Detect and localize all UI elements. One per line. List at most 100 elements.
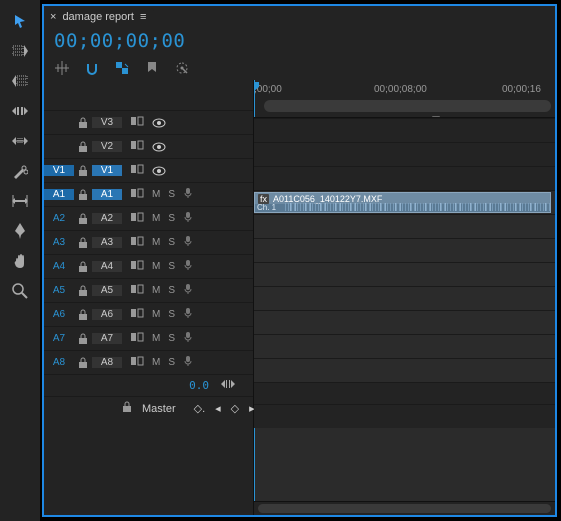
timeline-video-row[interactable] <box>254 142 555 166</box>
voiceover-icon[interactable] <box>183 187 193 202</box>
track-select-forward-icon[interactable] <box>7 38 33 64</box>
lock-icon[interactable] <box>122 401 132 416</box>
time-ruler[interactable]: ;00;0000;00;08;0000;00;16 <box>254 80 555 118</box>
solo-toggle[interactable]: S <box>168 213 175 224</box>
timeline-audio-row[interactable] <box>254 214 555 238</box>
settings-icon[interactable] <box>174 60 190 76</box>
voiceover-icon[interactable] <box>183 259 193 274</box>
snap-icon[interactable] <box>84 60 100 76</box>
eye-icon[interactable] <box>152 142 166 152</box>
track-target[interactable]: A5 <box>92 285 122 296</box>
keyframe-diamond-icon[interactable]: ◇. <box>194 402 206 415</box>
sequence-tab[interactable]: × damage report ≡ <box>44 8 154 26</box>
lock-icon[interactable] <box>74 261 92 273</box>
lock-icon[interactable] <box>74 285 92 297</box>
timeline-audio-row[interactable] <box>254 286 555 310</box>
slip-tool-icon[interactable] <box>7 188 33 214</box>
timeline-video-row[interactable] <box>254 118 555 142</box>
source-patch[interactable]: A4 <box>44 261 74 272</box>
sync-lock-icon[interactable] <box>130 164 144 177</box>
solo-toggle[interactable]: S <box>168 237 175 248</box>
source-patch[interactable]: V1 <box>44 165 74 176</box>
voiceover-icon[interactable] <box>183 211 193 226</box>
snap-handles-icon[interactable] <box>221 378 235 393</box>
track-target[interactable]: A6 <box>92 309 122 320</box>
lock-icon[interactable] <box>74 237 92 249</box>
hand-tool-icon[interactable] <box>7 248 33 274</box>
mute-toggle[interactable]: M <box>152 309 160 320</box>
source-patch[interactable]: A5 <box>44 285 74 296</box>
rate-stretch-icon[interactable] <box>7 128 33 154</box>
prev-keyframe-icon[interactable]: ◂ <box>215 402 221 415</box>
mute-toggle[interactable]: M <box>152 285 160 296</box>
track-target[interactable]: V2 <box>92 141 122 152</box>
sync-lock-icon[interactable] <box>130 116 144 129</box>
lock-icon[interactable] <box>74 141 92 153</box>
track-target[interactable]: A7 <box>92 333 122 344</box>
linked-selection-icon[interactable] <box>114 60 130 76</box>
playhead-timecode[interactable]: 00;00;00;00 <box>54 30 185 52</box>
sync-lock-icon[interactable] <box>130 236 144 249</box>
tab-menu-icon[interactable]: ≡ <box>140 11 146 23</box>
mute-toggle[interactable]: M <box>152 213 160 224</box>
sync-lock-icon[interactable] <box>130 284 144 297</box>
lock-icon[interactable] <box>74 309 92 321</box>
mute-toggle[interactable]: M <box>152 189 160 200</box>
scrollbar-thumb[interactable] <box>258 504 551 513</box>
timeline-audio-row[interactable] <box>254 334 555 358</box>
playhead-marker-icon[interactable] <box>254 81 260 91</box>
timeline-audio-row[interactable] <box>254 358 555 382</box>
eye-icon[interactable] <box>152 166 166 176</box>
audio-clip[interactable]: fxA011C056_140122Y7.MXFCh. 1 <box>254 192 551 213</box>
lock-icon[interactable] <box>74 165 92 177</box>
track-target[interactable]: A4 <box>92 261 122 272</box>
add-keyframe-icon[interactable]: ◇ <box>231 402 239 415</box>
sync-lock-icon[interactable] <box>130 188 144 201</box>
track-target[interactable]: A1 <box>92 189 122 200</box>
mute-toggle[interactable]: M <box>152 261 160 272</box>
track-select-back-icon[interactable] <box>7 68 33 94</box>
solo-toggle[interactable]: S <box>168 309 175 320</box>
marker-icon[interactable] <box>144 60 160 76</box>
track-target[interactable]: V1 <box>92 165 122 176</box>
track-target[interactable]: V3 <box>92 117 122 128</box>
selection-tool-icon[interactable] <box>7 8 33 34</box>
source-patch[interactable]: A3 <box>44 237 74 248</box>
lock-icon[interactable] <box>74 117 92 129</box>
timeline-video-row[interactable] <box>254 166 555 190</box>
sync-lock-icon[interactable] <box>130 308 144 321</box>
solo-toggle[interactable]: S <box>168 261 175 272</box>
zoom-tool-icon[interactable] <box>7 278 33 304</box>
voiceover-icon[interactable] <box>183 331 193 346</box>
voiceover-icon[interactable] <box>183 283 193 298</box>
sync-lock-icon[interactable] <box>130 212 144 225</box>
ripple-edit-icon[interactable] <box>7 98 33 124</box>
lock-icon[interactable] <box>74 189 92 201</box>
lock-icon[interactable] <box>74 357 92 369</box>
track-target[interactable]: A2 <box>92 213 122 224</box>
solo-toggle[interactable]: S <box>168 189 175 200</box>
zoom-scrollbar[interactable] <box>264 100 551 112</box>
timeline-audio-row[interactable] <box>254 310 555 334</box>
solo-toggle[interactable]: S <box>168 357 175 368</box>
lock-icon[interactable] <box>74 333 92 345</box>
timeline-audio-row[interactable]: fxA011C056_140122Y7.MXFCh. 1 <box>254 190 555 214</box>
track-target[interactable]: A3 <box>92 237 122 248</box>
voiceover-icon[interactable] <box>183 307 193 322</box>
source-patch[interactable]: A8 <box>44 357 74 368</box>
voiceover-icon[interactable] <box>183 235 193 250</box>
nest-icon[interactable] <box>54 60 70 76</box>
source-patch[interactable]: A7 <box>44 333 74 344</box>
mute-toggle[interactable]: M <box>152 357 160 368</box>
track-target[interactable]: A8 <box>92 357 122 368</box>
horizontal-scrollbar[interactable] <box>254 501 555 515</box>
sync-lock-icon[interactable] <box>130 356 144 369</box>
zoom-value[interactable]: 0.0 <box>189 379 209 392</box>
source-patch[interactable]: A1 <box>44 189 74 200</box>
tab-close[interactable]: × <box>50 11 56 23</box>
timeline-audio-row[interactable] <box>254 238 555 262</box>
mute-toggle[interactable]: M <box>152 333 160 344</box>
mute-toggle[interactable]: M <box>152 237 160 248</box>
sync-lock-icon[interactable] <box>130 260 144 273</box>
source-patch[interactable]: A6 <box>44 309 74 320</box>
